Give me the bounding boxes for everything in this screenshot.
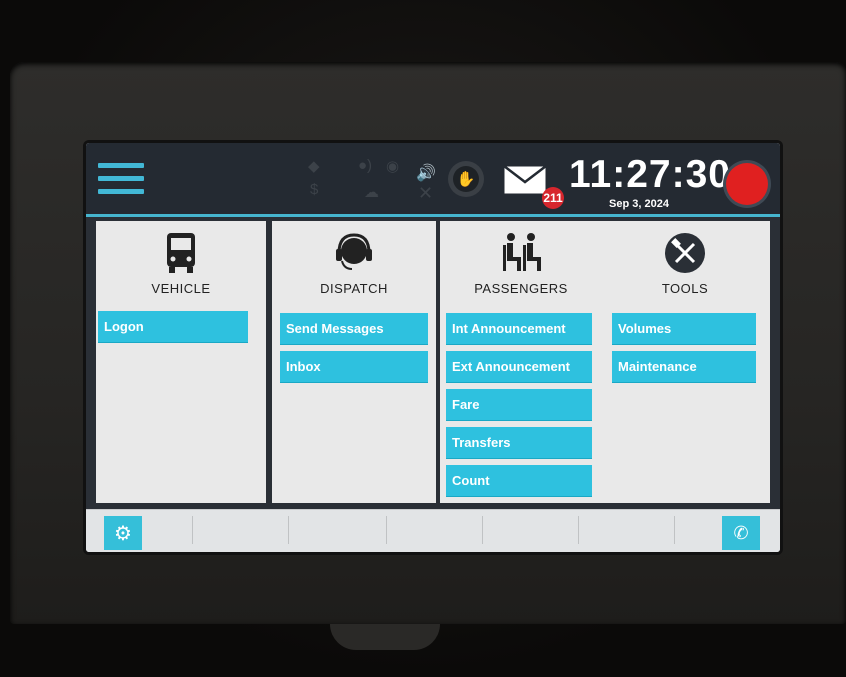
vehicle-panel: VEHICLE Logon [96, 221, 266, 503]
headset-small-icon: ◉ [386, 158, 400, 175]
passengers-title: PASSENGERS [474, 281, 568, 296]
signal-icon: ◆ [308, 158, 320, 175]
person-audio-icon: ●) [358, 157, 373, 174]
count-button[interactable]: Count [446, 465, 592, 497]
hand-stop-icon[interactable]: ✋ [448, 161, 484, 197]
dollar-icon: $ [310, 181, 319, 198]
dispatch-header: DISPATCH [272, 221, 436, 305]
headset-icon [336, 233, 372, 270]
dispatch-title: DISPATCH [320, 281, 388, 296]
vehicle-title: VEHICLE [151, 281, 211, 296]
x-icon: ✕ [418, 183, 434, 203]
int-announcement-button[interactable]: Int Announcement [446, 313, 592, 345]
top-status-bar: ◆ $ ●) ◉ ☁ 🔊 ✕ ✋ 211 11:27:30 Sep 3, 202… [86, 143, 780, 217]
logon-button[interactable]: Logon [98, 311, 248, 343]
tools-title: TOOLS [661, 281, 709, 296]
bottom-divider [288, 516, 289, 544]
volumes-button[interactable]: Volumes [612, 313, 756, 345]
dispatch-panel: DISPATCH Send Messages Inbox [272, 221, 436, 503]
touch-screen: ◆ $ ●) ◉ ☁ 🔊 ✕ ✋ 211 11:27:30 Sep 3, 202… [86, 143, 780, 552]
mail-count-badge: 211 [542, 187, 564, 209]
bottom-bar: ⚙ ✆ [86, 509, 780, 552]
device-mount [330, 624, 440, 650]
record-button[interactable] [726, 163, 768, 205]
fare-button[interactable]: Fare [446, 389, 592, 421]
passengers-header: PASSENGERS [440, 221, 602, 305]
bottom-divider [192, 516, 193, 544]
clock-time: 11:27:30 [569, 153, 731, 196]
vehicle-header: VEHICLE [96, 221, 266, 305]
phone-alert-icon[interactable]: ✆ [722, 516, 760, 550]
menu-icon[interactable] [98, 163, 144, 199]
ext-announcement-button[interactable]: Ext Announcement [446, 351, 592, 383]
bottom-divider [578, 516, 579, 544]
speaker-icon: 🔊 [416, 165, 436, 182]
tools-panel: TOOLS Volumes Maintenance [600, 221, 770, 503]
inbox-button[interactable]: Inbox [280, 351, 428, 383]
tools-header: TOOLS [600, 221, 770, 305]
main-panels: VEHICLE Logon DISPATCH Send Messages Inb… [86, 217, 780, 509]
clock-date: Sep 3, 2024 [609, 198, 669, 210]
mail-icon[interactable] [503, 165, 547, 195]
cloud-icon: ☁ [364, 184, 379, 201]
send-messages-button[interactable]: Send Messages [280, 313, 428, 345]
passengers-icon [503, 233, 541, 271]
bus-icon [167, 233, 195, 273]
gear-icon[interactable]: ⚙ [104, 516, 142, 550]
bottom-divider [482, 516, 483, 544]
bottom-divider [674, 516, 675, 544]
maintenance-button[interactable]: Maintenance [612, 351, 756, 383]
tools-icon [665, 233, 705, 273]
passengers-panel: PASSENGERS Int Announcement Ext Announce… [440, 221, 602, 503]
bottom-divider [386, 516, 387, 544]
transfers-button[interactable]: Transfers [446, 427, 592, 459]
